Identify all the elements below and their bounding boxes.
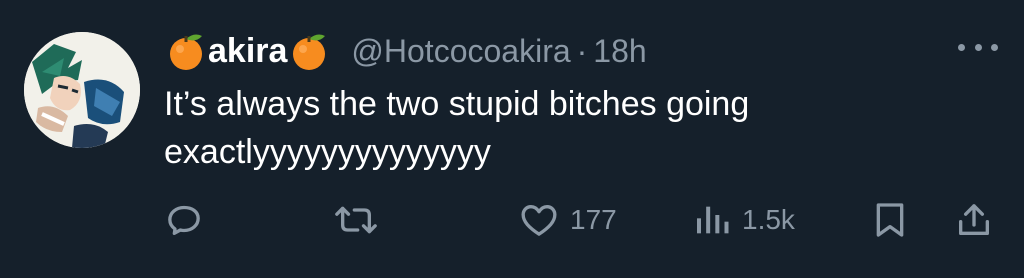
bookmark-icon: [876, 203, 904, 237]
reply-icon: [168, 205, 200, 235]
dot-3: [991, 43, 998, 51]
avatar-illustration: [24, 32, 140, 148]
display-name-text: akira: [208, 31, 288, 70]
share-icon: [959, 204, 989, 235]
avatar[interactable]: [24, 32, 140, 148]
timestamp[interactable]: 18h: [593, 33, 646, 70]
tweet-text: It’s always the two stupid bitches going…: [164, 85, 750, 171]
views-icon: [697, 206, 729, 234]
like-button[interactable]: 177: [518, 190, 617, 250]
tweet-header: akira @Hotcocoakira · 18h: [166, 26, 647, 76]
like-count: 177: [570, 204, 617, 235]
bookmark-button[interactable]: [872, 190, 908, 250]
display-name[interactable]: akira: [166, 30, 329, 72]
more-options-icon[interactable]: [958, 32, 998, 62]
orange-emoji-icon: [170, 34, 202, 70]
heart-icon: [521, 205, 557, 236]
dot-1: [958, 43, 965, 51]
views-count: 1.5k: [742, 204, 795, 235]
dot-2: [974, 43, 982, 51]
action-bar: 177 1.5k: [0, 190, 1024, 250]
orange-emoji-icon: [293, 34, 326, 70]
user-handle[interactable]: @Hotcocoakira: [351, 33, 570, 70]
views-button[interactable]: 1.5k: [692, 190, 795, 250]
reply-button[interactable]: [164, 190, 204, 250]
tweet: akira @Hotcocoakira · 18h It’s always th…: [0, 0, 1024, 278]
retweet-icon: [335, 206, 377, 234]
share-button[interactable]: [954, 190, 994, 250]
retweet-button[interactable]: [332, 190, 380, 250]
separator-dot: ·: [576, 32, 588, 69]
